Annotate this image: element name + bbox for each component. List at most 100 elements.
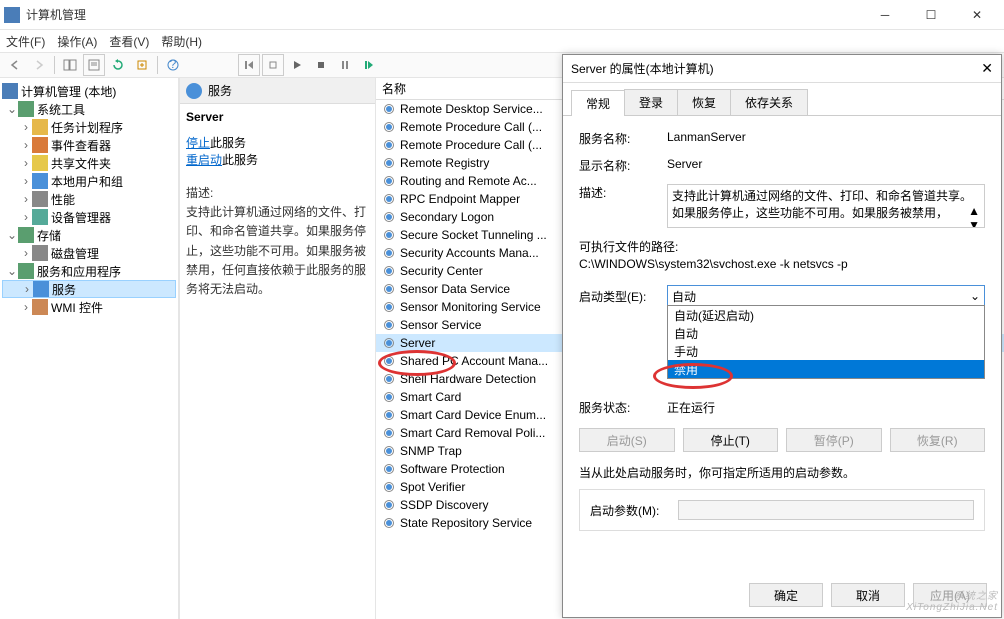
gear-icon bbox=[382, 174, 396, 188]
window-title: 计算机管理 bbox=[26, 6, 86, 23]
display-name-value: Server bbox=[667, 157, 985, 171]
tree-root[interactable]: 计算机管理 (本地) bbox=[2, 82, 176, 100]
gear-icon bbox=[382, 228, 396, 242]
dialog-title: Server 的属性(本地计算机) bbox=[571, 60, 714, 77]
gear-icon bbox=[382, 102, 396, 116]
tree-item[interactable]: ›WMI 控件 bbox=[2, 298, 176, 316]
tab-logon[interactable]: 登录 bbox=[624, 89, 678, 115]
selected-service-name: Server bbox=[186, 110, 369, 124]
back-button[interactable] bbox=[4, 54, 26, 76]
resume-button[interactable]: 恢复(R) bbox=[890, 428, 986, 452]
dialog-close-button[interactable]: ✕ bbox=[981, 60, 993, 77]
startup-type-label: 启动类型(E): bbox=[579, 288, 667, 305]
app-icon bbox=[4, 7, 20, 23]
stop-suffix: 此服务 bbox=[210, 136, 246, 150]
nav-tree[interactable]: 计算机管理 (本地) ⌄系统工具›任务计划程序›事件查看器›共享文件夹›本地用户… bbox=[0, 78, 178, 619]
tree-item[interactable]: ›磁盘管理 bbox=[2, 244, 176, 262]
pause-button[interactable] bbox=[334, 54, 356, 76]
svg-text:?: ? bbox=[170, 59, 177, 71]
dialog-tabs: 常规 登录 恢复 依存关系 bbox=[563, 83, 1001, 116]
tree-group[interactable]: ⌄存储 bbox=[2, 226, 176, 244]
apply-button[interactable]: 应用(A) bbox=[913, 583, 987, 607]
forward-button[interactable] bbox=[28, 54, 50, 76]
restart-button[interactable] bbox=[358, 54, 380, 76]
stop-button[interactable] bbox=[310, 54, 332, 76]
services-header: 服务 bbox=[180, 78, 375, 104]
close-button[interactable]: ✕ bbox=[954, 0, 1000, 30]
play-button[interactable] bbox=[286, 54, 308, 76]
gear-icon bbox=[382, 138, 396, 152]
tab-recovery[interactable]: 恢复 bbox=[677, 89, 731, 115]
media-prev-button[interactable] bbox=[238, 54, 260, 76]
tree-item[interactable]: ›本地用户和组 bbox=[2, 172, 176, 190]
tree-item[interactable]: ›服务 bbox=[2, 280, 176, 298]
tree-item[interactable]: ›设备管理器 bbox=[2, 208, 176, 226]
cancel-button[interactable]: 取消 bbox=[831, 583, 905, 607]
ok-button[interactable]: 确定 bbox=[749, 583, 823, 607]
service-status-label: 服务状态: bbox=[579, 399, 667, 416]
services-header-label: 服务 bbox=[208, 82, 232, 99]
tab-general[interactable]: 常规 bbox=[571, 90, 625, 116]
option-auto-delayed[interactable]: 自动(延迟启动) bbox=[668, 306, 984, 324]
tree-item[interactable]: ›事件查看器 bbox=[2, 136, 176, 154]
title-bar: 计算机管理 ─ ☐ ✕ bbox=[0, 0, 1004, 30]
description-box[interactable]: 支持此计算机通过网络的文件、打印、和命名管道共享。如果服务停止，这些功能不可用。… bbox=[667, 184, 985, 228]
tab-dependencies[interactable]: 依存关系 bbox=[730, 89, 808, 115]
stop-service-link[interactable]: 停止 bbox=[186, 136, 210, 150]
description-label: 描述: bbox=[579, 184, 667, 201]
menu-file[interactable]: 文件(F) bbox=[6, 33, 45, 50]
tree-group[interactable]: ⌄系统工具 bbox=[2, 100, 176, 118]
chevron-down-icon: ⌄ bbox=[970, 289, 980, 303]
tree-group[interactable]: ⌄服务和应用程序 bbox=[2, 262, 176, 280]
tree-item[interactable]: ›任务计划程序 bbox=[2, 118, 176, 136]
option-auto[interactable]: 自动 bbox=[668, 324, 984, 342]
gear-icon bbox=[382, 480, 396, 494]
maximize-button[interactable]: ☐ bbox=[908, 0, 954, 30]
pause-button[interactable]: 暂停(P) bbox=[786, 428, 882, 452]
properties-button[interactable] bbox=[83, 54, 105, 76]
menu-view[interactable]: 查看(V) bbox=[109, 33, 149, 50]
service-name-label: 服务名称: bbox=[579, 130, 667, 147]
tree-item[interactable]: ›性能 bbox=[2, 190, 176, 208]
start-button[interactable]: 启动(S) bbox=[579, 428, 675, 452]
show-hide-button[interactable] bbox=[59, 54, 81, 76]
refresh-button[interactable] bbox=[107, 54, 129, 76]
option-manual[interactable]: 手动 bbox=[668, 342, 984, 360]
dialog-body: 服务名称:LanmanServer 显示名称:Server 描述:支持此计算机通… bbox=[563, 116, 1001, 555]
menu-action[interactable]: 操作(A) bbox=[57, 33, 97, 50]
list-header-name: 名称 bbox=[382, 80, 406, 97]
start-params-input bbox=[678, 500, 974, 520]
option-disabled[interactable]: 禁用 bbox=[668, 360, 984, 378]
gear-icon bbox=[382, 426, 396, 440]
stop-button[interactable]: 停止(T) bbox=[683, 428, 779, 452]
menu-bar: 文件(F) 操作(A) 查看(V) 帮助(H) bbox=[0, 30, 1004, 52]
properties-dialog: Server 的属性(本地计算机) ✕ 常规 登录 恢复 依存关系 服务名称:L… bbox=[562, 54, 1002, 618]
media-box-button[interactable] bbox=[262, 54, 284, 76]
restart-suffix: 此服务 bbox=[222, 153, 258, 167]
startup-type-combo[interactable]: 自动⌄ bbox=[667, 285, 985, 307]
tree-item[interactable]: ›共享文件夹 bbox=[2, 154, 176, 172]
gear-icon bbox=[382, 300, 396, 314]
gear-icon bbox=[382, 390, 396, 404]
gear-icon bbox=[382, 120, 396, 134]
dialog-title-bar[interactable]: Server 的属性(本地计算机) ✕ bbox=[563, 55, 1001, 83]
gear-icon bbox=[382, 444, 396, 458]
gear-icon bbox=[382, 354, 396, 368]
desc-text: 支持此计算机通过网络的文件、打印、和命名管道共享。如果服务停止，这些功能不可用。… bbox=[186, 203, 369, 299]
display-name-label: 显示名称: bbox=[579, 157, 667, 174]
startup-type-dropdown[interactable]: 自动(延迟启动) 自动 手动 禁用 bbox=[667, 305, 985, 379]
gear-icon bbox=[382, 372, 396, 386]
tree-root-label: 计算机管理 (本地) bbox=[21, 83, 116, 100]
gear-icon bbox=[382, 282, 396, 296]
gear-icon bbox=[382, 156, 396, 170]
export-button[interactable] bbox=[131, 54, 153, 76]
restart-service-link[interactable]: 重启动 bbox=[186, 153, 222, 167]
minimize-button[interactable]: ─ bbox=[862, 0, 908, 30]
start-params-label: 启动参数(M): bbox=[590, 502, 678, 519]
gear-icon bbox=[382, 336, 396, 350]
gear-icon bbox=[382, 210, 396, 224]
menu-help[interactable]: 帮助(H) bbox=[161, 33, 202, 50]
gear-icon bbox=[382, 408, 396, 422]
help-button[interactable]: ? bbox=[162, 54, 184, 76]
gear-icon bbox=[382, 318, 396, 332]
